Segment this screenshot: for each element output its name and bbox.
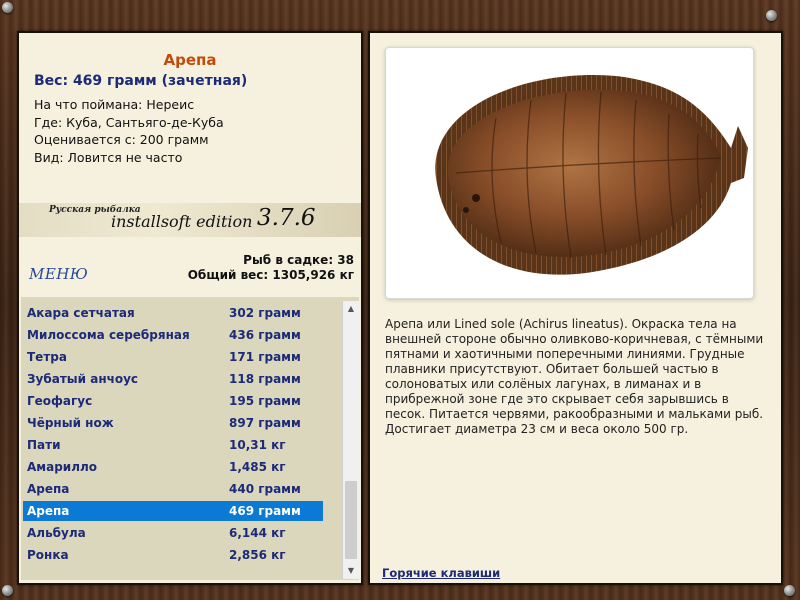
- catch-list-item[interactable]: Милоссома серебряная 436 грамм: [23, 325, 323, 345]
- catch-item-name: Геофагус: [27, 394, 93, 408]
- info-rarity: Вид: Ловится не часто: [34, 149, 183, 165]
- catch-item-weight: 436 грамм: [229, 328, 301, 342]
- catch-item-name: Арепа: [27, 482, 70, 496]
- info-location: Где: Куба, Сантьяго-де-Куба: [34, 114, 224, 130]
- catch-item-weight: 195 грамм: [229, 394, 301, 408]
- catch-item-weight: 440 грамм: [229, 482, 301, 496]
- catch-list-item[interactable]: Чёрный нож 897 грамм: [23, 413, 323, 433]
- catch-item-name: Арепа: [27, 504, 70, 518]
- nail-decoration: [766, 10, 777, 21]
- total-weight: Общий вес: 1305,926 кг: [187, 268, 354, 282]
- info-bait: На что поймана: Нереис: [34, 97, 195, 112]
- nail-decoration: [784, 585, 795, 596]
- fish-image-icon: [435, 74, 748, 275]
- menu-button[interactable]: МЕНЮ: [29, 265, 88, 283]
- nail-decoration: [2, 585, 13, 596]
- catch-list-item[interactable]: Зубатый анчоус 118 грамм: [23, 369, 323, 389]
- catch-item-weight: 118 грамм: [229, 372, 301, 386]
- catch-item-weight: 897 грамм: [229, 416, 301, 430]
- fish-description: Арепа или Lined sole (Achirus lineatus).…: [385, 317, 764, 436]
- catch-list-item[interactable]: Амарилло 1,485 кг: [23, 457, 323, 477]
- catch-list-item[interactable]: Тетра 171 грамм: [23, 347, 323, 367]
- catch-list-item[interactable]: Арепа 440 грамм: [23, 479, 323, 499]
- scroll-up-icon[interactable]: ▲: [343, 301, 359, 317]
- catch-item-weight: 6,144 кг: [229, 526, 286, 540]
- catch-list-item[interactable]: Геофагус 195 грамм: [23, 391, 323, 411]
- catch-item-weight: 469 грамм: [229, 504, 301, 518]
- keepnet-stats: Рыб в садке: 38 Общий вес: 1305,926 кг: [188, 253, 354, 283]
- info-min-weight: Оценивается с: 200 грамм: [34, 132, 209, 147]
- catch-item-weight: 1,485 кг: [229, 460, 286, 474]
- fish-weight: Вес: 469 грамм (зачетная): [34, 73, 248, 89]
- catch-list-item[interactable]: Акара сетчатая 302 грамм: [23, 303, 323, 323]
- catch-list-scrollbar[interactable]: ▲ ▼: [342, 301, 359, 579]
- catch-item-name: Альбула: [27, 526, 86, 540]
- fish-photo: [385, 47, 754, 299]
- scroll-down-icon[interactable]: ▼: [343, 563, 359, 579]
- catch-item-weight: 302 грамм: [229, 306, 301, 320]
- catch-item-name: Милоссома серебряная: [27, 328, 190, 342]
- fish-info: На что поймана: Нереис Где: Куба, Сантья…: [34, 96, 224, 166]
- catch-item-weight: 2,856 кг: [229, 548, 286, 562]
- game-logo: Русская рыбалка installsoft edition 3.7.…: [19, 203, 361, 237]
- scroll-thumb[interactable]: [345, 481, 357, 559]
- catch-item-weight: 10,31 кг: [229, 438, 286, 452]
- fish-details-panel: Арепа или Lined sole (Achirus lineatus).…: [368, 31, 783, 585]
- catch-list[interactable]: Акара сетчатая 302 грамм Милоссома серебря…: [21, 297, 359, 580]
- catch-list-item[interactable]: Ронка 2,856 кг: [23, 545, 323, 565]
- catch-item-name: Зубатый анчоус: [27, 372, 139, 386]
- catch-item-name: Тетра: [27, 350, 67, 364]
- catch-item-weight: 171 грамм: [229, 350, 301, 364]
- catch-list-item[interactable]: Пати 10,31 кг: [23, 435, 323, 455]
- hotkeys-link[interactable]: Горячие клавиши: [382, 566, 500, 580]
- fish-title: Арепа: [163, 51, 217, 69]
- logo-version: 3.7.6: [257, 205, 316, 231]
- catch-info-panel: Арепа Вес: 469 грамм (зачетная) На что п…: [17, 31, 363, 585]
- logo-main-text: installsoft edition: [111, 212, 253, 231]
- catch-item-name: Акара сетчатая: [27, 306, 135, 320]
- catch-item-name: Ронка: [27, 548, 69, 562]
- catch-item-name: Чёрный нож: [27, 416, 114, 430]
- catch-item-name: Пати: [27, 438, 61, 452]
- catch-list-item[interactable]: Альбула 6,144 кг: [23, 523, 323, 543]
- catch-item-name: Амарилло: [27, 460, 98, 474]
- nail-decoration: [2, 2, 13, 13]
- fish-count: Рыб в садке: 38: [243, 253, 354, 267]
- catch-list-item[interactable]: Арепа 469 грамм: [23, 501, 323, 521]
